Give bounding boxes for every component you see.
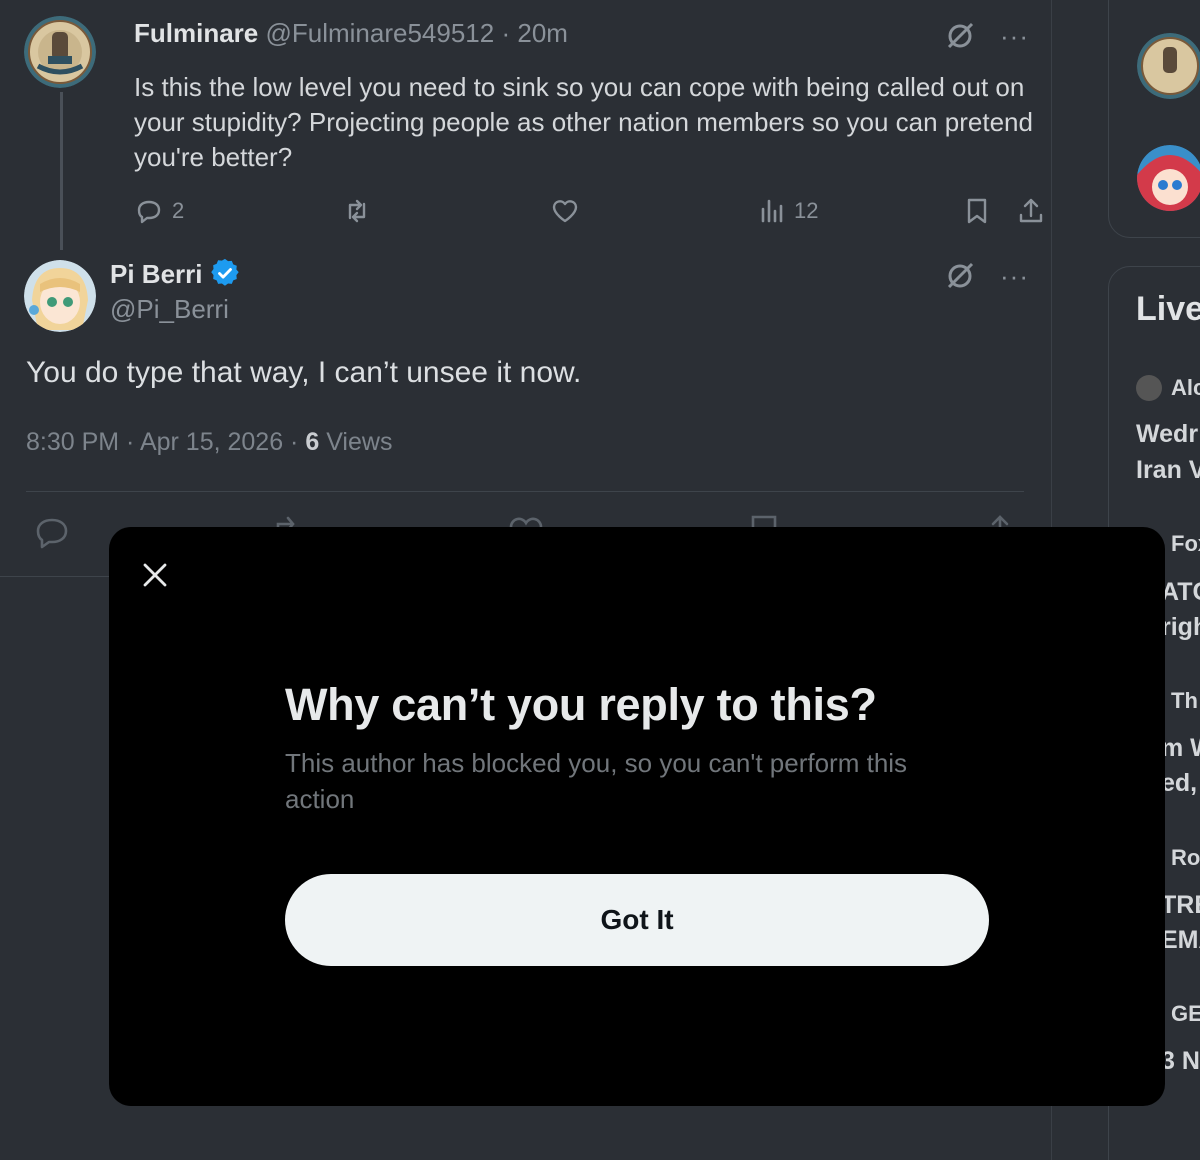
close-icon — [143, 563, 167, 587]
who-to-follow-card — [1108, 0, 1200, 238]
avatar[interactable] — [1137, 145, 1200, 211]
main-tweet-top-icons: ··· — [944, 260, 1029, 292]
live-item-host[interactable]: Ro — [1171, 845, 1200, 871]
avatar[interactable] — [1137, 33, 1200, 99]
more-options-icon[interactable]: ··· — [1000, 263, 1029, 289]
reply-count: 2 — [172, 198, 185, 223]
views-label: Views — [326, 428, 393, 456]
share-icon — [1019, 198, 1043, 223]
tweet-actions: 2 12 — [134, 196, 1054, 236]
tweet-meta: 8:30 PM · Apr 15, 2026 · 6 Views — [26, 428, 392, 457]
live-item-title[interactable]: 3 N — [1161, 1047, 1200, 1076]
reply-icon[interactable] — [32, 512, 72, 552]
live-item-title[interactable]: righ — [1161, 613, 1200, 642]
separator: · — [501, 18, 511, 48]
live-item-host[interactable]: Fox — [1171, 531, 1200, 557]
parent-tweet-top-icons: ··· — [944, 20, 1029, 52]
live-item-title[interactable]: ed, — [1161, 769, 1197, 798]
reply-button[interactable]: 2 — [134, 196, 184, 226]
close-button[interactable] — [137, 557, 173, 593]
dialog-title: Why can’t you reply to this? — [285, 679, 877, 730]
handle[interactable]: @Pi_Berri — [110, 294, 229, 325]
reply-icon — [137, 200, 161, 224]
display-name[interactable]: Fulminare — [134, 18, 258, 48]
tweet-text: You do type that way, I can’t unsee it n… — [26, 356, 582, 389]
avatar[interactable] — [24, 16, 96, 88]
bookmark-icon — [967, 198, 987, 224]
live-item-title[interactable]: EMA — [1161, 926, 1200, 955]
divider — [26, 491, 1024, 492]
heart-icon — [552, 200, 578, 223]
share-button[interactable] — [1016, 196, 1046, 226]
got-it-button[interactable]: Got It — [285, 874, 989, 966]
parent-tweet-header: Fulminare @Fulminare549512 · 20m — [134, 18, 568, 49]
live-item-title[interactable]: Wedr — [1136, 420, 1198, 449]
like-button[interactable] — [550, 196, 580, 226]
handle[interactable]: @Fulminare549512 — [265, 18, 494, 48]
live-item-title[interactable]: m W — [1161, 734, 1200, 763]
views-number: 6 — [305, 428, 320, 456]
avatar[interactable] — [1136, 375, 1162, 401]
thread-line — [60, 92, 63, 250]
timestamp[interactable]: 8:30 PM · Apr 15, 2026 · — [26, 428, 298, 456]
live-item-host[interactable]: GE — [1171, 1001, 1200, 1027]
live-item-host[interactable]: Alc — [1171, 375, 1200, 401]
analytics-icon — [761, 199, 783, 223]
avatar[interactable] — [24, 260, 96, 332]
view-count: 12 — [794, 198, 819, 223]
display-name[interactable]: Pi Berri — [110, 259, 203, 289]
retweet-icon — [348, 199, 366, 223]
live-item-host[interactable]: Th — [1171, 688, 1198, 714]
retweet-button[interactable] — [342, 196, 372, 226]
live-item-title[interactable]: Iran V — [1136, 456, 1200, 485]
more-options-icon[interactable]: ··· — [1000, 23, 1029, 49]
main-tweet-header: Pi Berri — [110, 258, 240, 290]
live-item-title[interactable]: ATC — [1161, 578, 1200, 607]
tweet-text: Is this the low level you need to sink s… — [134, 72, 1033, 172]
live-item-title[interactable]: TRE — [1161, 891, 1200, 920]
views-button[interactable]: 12 — [758, 196, 818, 226]
grok-icon[interactable] — [944, 20, 976, 52]
section-title: Live — [1136, 290, 1200, 328]
grok-icon[interactable] — [944, 260, 976, 292]
bookmark-button[interactable] — [962, 196, 992, 226]
dialog-description: This author has blocked you, so you can'… — [285, 748, 908, 814]
blocked-reply-dialog: Why can’t you reply to this? This author… — [109, 527, 1165, 1106]
timestamp[interactable]: 20m — [517, 18, 568, 48]
verified-badge-icon[interactable] — [210, 258, 240, 288]
